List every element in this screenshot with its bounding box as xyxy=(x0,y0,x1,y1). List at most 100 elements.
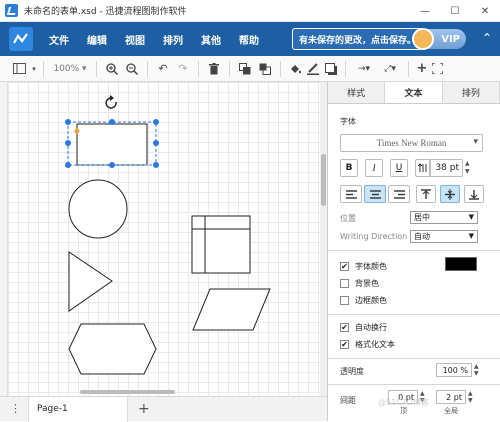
background-color-checkbox[interactable] xyxy=(340,279,349,288)
menu-view[interactable]: 视图 xyxy=(125,32,145,47)
vip-badge[interactable]: VIP xyxy=(412,28,466,50)
shadow-icon[interactable] xyxy=(322,59,340,79)
fullscreen-icon[interactable] xyxy=(430,59,444,79)
formatted-text-checkbox[interactable]: ✔ xyxy=(340,340,349,349)
opacity-down-icon[interactable]: ▼ xyxy=(474,370,479,377)
toolbar-separator xyxy=(280,60,281,77)
underline-button[interactable]: U xyxy=(390,159,408,177)
connection-handle[interactable] xyxy=(74,128,80,134)
insert-icon[interactable]: + xyxy=(414,59,430,79)
minimize-button[interactable]: — xyxy=(410,0,440,22)
align-left-icon[interactable] xyxy=(340,185,362,203)
background-color-option[interactable]: 背景色 xyxy=(340,278,379,289)
tab-arrange[interactable]: 排列 xyxy=(443,82,500,103)
resize-handle[interactable] xyxy=(153,119,159,125)
italic-button[interactable]: I xyxy=(365,159,383,177)
align-right-icon[interactable] xyxy=(388,185,410,203)
toolbar-separator xyxy=(198,60,199,77)
canvas-vertical-scrollbar[interactable] xyxy=(320,82,327,396)
layout-dropdown-icon[interactable]: ▾ xyxy=(30,59,38,79)
spacing-global-up-icon[interactable]: ▲ xyxy=(468,390,473,397)
word-wrap-checkbox[interactable]: ✔ xyxy=(340,323,349,332)
to-back-icon[interactable] xyxy=(255,59,275,79)
collapse-menu-icon[interactable]: ⌃ xyxy=(482,31,492,45)
formatted-text-option[interactable]: ✔ 格式化文本 xyxy=(340,339,395,350)
border-color-option[interactable]: 边框颜色 xyxy=(340,295,387,306)
font-size-input[interactable]: 38 pt xyxy=(429,159,463,177)
spacing-global-input[interactable]: 2 pt xyxy=(436,390,466,404)
diagram-canvas[interactable] xyxy=(8,82,320,396)
border-color-checkbox[interactable] xyxy=(340,296,349,305)
add-page-button[interactable]: + xyxy=(138,401,150,417)
font-color-option[interactable]: ✔ 字体颜色 xyxy=(340,261,387,272)
word-wrap-option[interactable]: ✔ 自动换行 xyxy=(340,322,387,333)
left-sidebar-collapsed[interactable] xyxy=(0,82,8,396)
delete-icon[interactable] xyxy=(204,59,224,79)
fill-color-icon[interactable] xyxy=(286,59,304,79)
menu-edit[interactable]: 编辑 xyxy=(87,32,107,47)
position-select[interactable]: 居中 ▼ xyxy=(410,211,478,224)
main-toolbar: ▾ 100% ▾ ↶ ↷ →▾ ⤢▾ + xyxy=(0,56,500,82)
parallelogram-shape[interactable] xyxy=(192,288,271,331)
zoom-level[interactable]: 100% ▾ xyxy=(49,59,91,79)
close-button[interactable]: ✕ xyxy=(470,0,500,22)
resize-handle[interactable] xyxy=(109,162,115,168)
toolbar-separator xyxy=(345,60,346,77)
align-middle-icon[interactable] xyxy=(440,185,460,203)
menu-other[interactable]: 其他 xyxy=(201,32,221,47)
redo-icon[interactable]: ↷ xyxy=(173,59,193,79)
position-value: 居中 xyxy=(414,213,430,222)
zoom-in-icon[interactable] xyxy=(102,59,122,79)
page-layout-icon[interactable] xyxy=(8,59,30,79)
align-center-icon[interactable] xyxy=(364,185,386,203)
opacity-up-icon[interactable]: ▲ xyxy=(474,363,479,370)
resize-handle[interactable] xyxy=(65,119,71,125)
page-menu-icon[interactable]: ⋮ xyxy=(10,402,21,415)
waypoints-icon[interactable]: ⤢▾ xyxy=(377,59,403,79)
connector-style-icon[interactable]: →▾ xyxy=(351,59,377,79)
spacing-top-up-icon[interactable]: ▲ xyxy=(420,390,425,397)
font-size-value: 38 pt xyxy=(435,163,459,173)
zoom-out-icon[interactable] xyxy=(122,59,142,79)
tab-text[interactable]: 文本 xyxy=(385,82,443,103)
app-menu-logo-icon[interactable] xyxy=(9,27,33,51)
bold-button[interactable]: B xyxy=(340,159,358,177)
menu-arrange[interactable]: 排列 xyxy=(163,32,183,47)
spacing-global-down-icon[interactable]: ▼ xyxy=(468,397,473,404)
font-color-checkbox[interactable]: ✔ xyxy=(340,262,349,271)
align-bottom-icon[interactable] xyxy=(464,185,484,203)
font-color-swatch[interactable] xyxy=(445,257,477,271)
internal-storage-shape[interactable] xyxy=(191,215,251,274)
diagram-shapes xyxy=(65,95,271,375)
menu-help[interactable]: 帮助 xyxy=(239,32,259,47)
tab-style[interactable]: 样式 xyxy=(328,82,386,103)
resize-handle[interactable] xyxy=(65,140,71,146)
opacity-input[interactable]: 100 % xyxy=(436,363,472,377)
resize-handle[interactable] xyxy=(65,162,71,168)
maximize-button[interactable]: ☐ xyxy=(440,0,470,22)
triangle-shape[interactable] xyxy=(68,251,113,312)
page-tab[interactable]: Page-1 xyxy=(28,396,128,422)
rectangle-shape[interactable] xyxy=(76,123,148,166)
resize-handle[interactable] xyxy=(153,162,159,168)
horizontal-scroll-thumb[interactable] xyxy=(80,390,175,394)
unsaved-changes-button[interactable]: 有未保存的更改，点击保存。 xyxy=(292,28,424,50)
page-tab-label: Page-1 xyxy=(37,404,68,414)
to-front-icon[interactable] xyxy=(235,59,255,79)
writing-direction-select[interactable]: 自动 ▼ xyxy=(410,230,478,243)
undo-icon[interactable]: ↶ xyxy=(153,59,173,79)
resize-handle[interactable] xyxy=(153,140,159,146)
ellipse-shape[interactable] xyxy=(68,179,128,239)
align-top-icon[interactable] xyxy=(416,185,436,203)
line-color-icon[interactable] xyxy=(304,59,322,79)
section-divider xyxy=(328,250,500,251)
rotate-handle-icon[interactable] xyxy=(105,95,117,109)
toolbar-separator xyxy=(96,60,97,77)
resize-handle[interactable] xyxy=(109,119,115,125)
font-family-select[interactable]: Times New Roman ▾ xyxy=(340,134,483,152)
font-size-down-icon[interactable]: ▼ xyxy=(465,168,470,175)
menu-file[interactable]: 文件 xyxy=(49,32,69,47)
font-size-up-icon[interactable]: ▲ xyxy=(465,160,470,167)
vertical-scroll-thumb[interactable] xyxy=(321,154,326,206)
hexagon-shape[interactable] xyxy=(68,323,157,375)
